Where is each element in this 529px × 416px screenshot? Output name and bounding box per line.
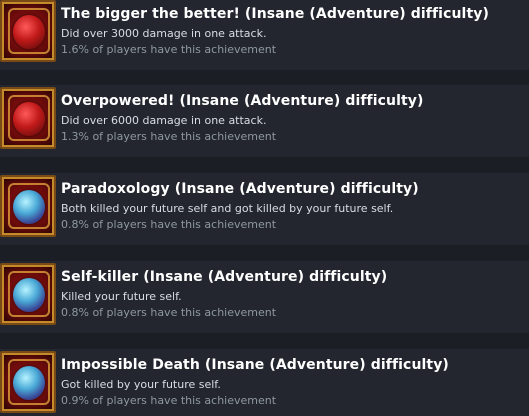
achievement-unlock-percent: 0.8% of players have this achievement bbox=[61, 218, 277, 231]
blue-orb-achievement-icon bbox=[0, 351, 56, 413]
achievement-description: Killed your future self. bbox=[61, 290, 182, 303]
blue-orb-achievement-icon bbox=[0, 263, 56, 325]
achievement-title: Impossible Death (Insane (Adventure) dif… bbox=[61, 357, 449, 373]
achievement-description: Both killed your future self and got kil… bbox=[61, 202, 394, 215]
achievement-row[interactable]: Impossible Death (Insane (Adventure) dif… bbox=[0, 349, 529, 416]
achievement-unlock-percent: 0.8% of players have this achievement bbox=[61, 306, 277, 319]
achievement-row[interactable]: Overpowered! (Insane (Adventure) difficu… bbox=[0, 85, 529, 157]
red-orb-achievement-icon bbox=[0, 0, 56, 62]
achievement-row[interactable]: Paradoxology (Insane (Adventure) difficu… bbox=[0, 173, 529, 245]
achievement-title: Paradoxology (Insane (Adventure) difficu… bbox=[61, 181, 419, 197]
achievement-row[interactable]: Self-killer (Insane (Adventure) difficul… bbox=[0, 261, 529, 333]
achievement-title: The bigger the better! (Insane (Adventur… bbox=[61, 6, 489, 22]
achievement-unlock-percent: 1.6% of players have this achievement bbox=[61, 43, 277, 56]
achievement-title: Overpowered! (Insane (Adventure) difficu… bbox=[61, 93, 424, 109]
blue-orb-achievement-icon bbox=[0, 175, 56, 237]
achievement-title: Self-killer (Insane (Adventure) difficul… bbox=[61, 269, 388, 285]
achievement-unlock-percent: 0.9% of players have this achievement bbox=[61, 394, 277, 407]
achievement-description: Did over 3000 damage in one attack. bbox=[61, 27, 267, 40]
red-orb-achievement-icon bbox=[0, 87, 56, 149]
achievement-unlock-percent: 1.3% of players have this achievement bbox=[61, 130, 277, 143]
achievement-description: Did over 6000 damage in one attack. bbox=[61, 114, 267, 127]
achievement-row[interactable]: The bigger the better! (Insane (Adventur… bbox=[0, 0, 529, 70]
achievement-description: Got killed by your future self. bbox=[61, 378, 221, 391]
